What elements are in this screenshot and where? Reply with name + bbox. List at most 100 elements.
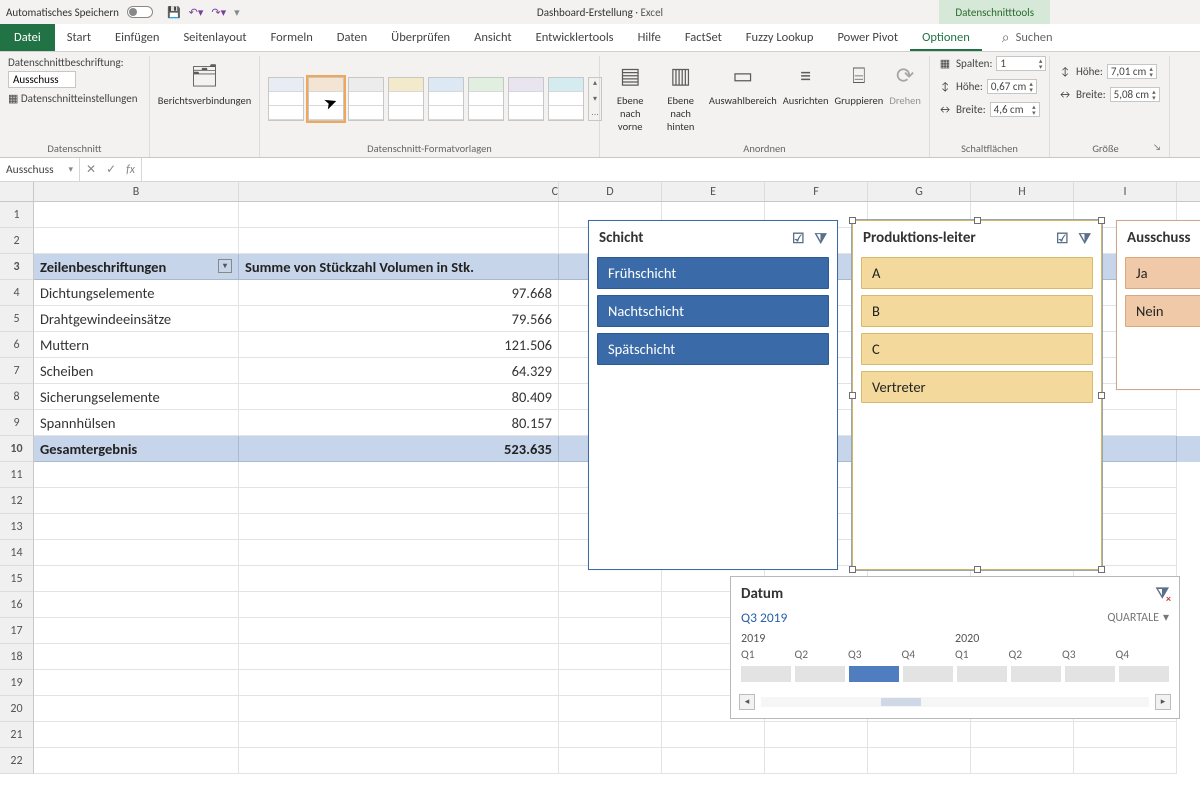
scroll-thumb[interactable] <box>881 698 921 706</box>
row-header[interactable]: 5 <box>0 306 34 332</box>
slicer-produktionsleiter[interactable]: Produktions-leiter ☑⧩ A B C Vertreter <box>852 220 1102 570</box>
col-header[interactable]: F <box>765 182 868 201</box>
tab-power-pivot[interactable]: Power Pivot <box>825 24 910 51</box>
pivot-cell[interactable]: Sicherungselemente <box>34 384 239 410</box>
tab-formeln[interactable]: Formeln <box>259 24 325 51</box>
slicer-item[interactable]: Spätschicht <box>597 333 829 365</box>
undo-icon[interactable]: ↶▾ <box>189 6 204 19</box>
send-backward-button[interactable]: ▥Ebene nach hinten <box>658 56 702 133</box>
row-header[interactable]: 17 <box>0 618 34 644</box>
slicer-styles-gallery[interactable]: ▴ ▾ ⋯ <box>268 77 602 121</box>
row-header[interactable]: 1 <box>0 202 34 228</box>
select-all-corner[interactable] <box>0 182 34 201</box>
row-header[interactable]: 12 <box>0 488 34 514</box>
pivot-cell[interactable]: 79.566 <box>239 306 559 332</box>
row-header[interactable]: 2 <box>0 228 34 254</box>
timeline-granularity[interactable]: QUARTALE ▾ <box>1107 609 1169 626</box>
size-height-spinner[interactable]: 7,01 cm▴▾ <box>1107 64 1157 79</box>
slicer-item[interactable]: C <box>861 333 1093 365</box>
scroll-right-icon[interactable]: ▸ <box>1155 694 1171 710</box>
style-thumb[interactable] <box>348 77 384 121</box>
col-header[interactable]: E <box>662 182 765 201</box>
row-header[interactable]: 22 <box>0 748 34 774</box>
row-header[interactable]: 21 <box>0 722 34 748</box>
fx-icon[interactable]: fx <box>126 163 135 177</box>
clear-filter-icon[interactable]: ⧩ <box>1156 585 1169 603</box>
row-header[interactable]: 9 <box>0 410 34 436</box>
slicer-item[interactable]: Frühschicht <box>597 257 829 289</box>
tab-daten[interactable]: Daten <box>325 24 379 51</box>
row-header[interactable]: 15 <box>0 566 34 592</box>
timeline-bars[interactable] <box>731 666 1179 690</box>
pivot-cell[interactable]: 80.157 <box>239 410 559 436</box>
scroll-track[interactable] <box>761 697 1149 707</box>
row-header[interactable]: 14 <box>0 540 34 566</box>
pivot-cell[interactable]: 121.506 <box>239 332 559 358</box>
scroll-left-icon[interactable]: ◂ <box>739 694 755 710</box>
clear-filter-icon[interactable]: ⧩ <box>1079 230 1092 247</box>
pivot-cell[interactable]: Dichtungselemente <box>34 280 239 306</box>
tab-seitenlayout[interactable]: Seitenlayout <box>171 24 258 51</box>
slicer-item[interactable]: Ja <box>1125 257 1200 289</box>
slicer-item[interactable]: A <box>861 257 1093 289</box>
pivot-row-header[interactable]: Zeilenbeschriftungen▾ <box>34 254 239 280</box>
clear-filter-icon[interactable]: ⧩ <box>815 230 828 247</box>
pivot-cell[interactable]: Scheiben <box>34 358 239 384</box>
row-header[interactable]: 19 <box>0 670 34 696</box>
tab-einfuegen[interactable]: Einfügen <box>103 24 171 51</box>
dialog-launcher-icon[interactable]: ↘ <box>1153 142 1161 153</box>
align-button[interactable]: ≡Ausrichten <box>783 56 829 107</box>
multiselect-icon[interactable]: ☑ <box>1056 230 1069 247</box>
slicer-item[interactable]: Nein <box>1125 295 1200 327</box>
tab-file[interactable]: Datei <box>0 24 55 51</box>
pivot-cell[interactable]: 97.668 <box>239 280 559 306</box>
style-thumb[interactable] <box>428 77 464 121</box>
col-header[interactable]: C <box>239 182 559 201</box>
col-header[interactable]: H <box>971 182 1074 201</box>
row-header[interactable]: 13 <box>0 514 34 540</box>
selection-pane-button[interactable]: ▭Auswahlbereich <box>709 56 777 107</box>
style-thumb[interactable] <box>468 77 504 121</box>
size-width-spinner[interactable]: 5,08 cm▴▾ <box>1110 87 1160 102</box>
tab-ansicht[interactable]: Ansicht <box>462 24 523 51</box>
pivot-total-label[interactable]: Gesamtergebnis <box>34 436 239 462</box>
row-header[interactable]: 20 <box>0 696 34 722</box>
slicer-item[interactable]: B <box>861 295 1093 327</box>
tab-optionen[interactable]: Optionen <box>910 24 982 51</box>
slicer-ausschuss[interactable]: Ausschuss Ja Nein <box>1116 220 1200 390</box>
btn-width-spinner[interactable]: 4,6 cm▴▾ <box>990 102 1040 117</box>
row-header[interactable]: 7 <box>0 358 34 384</box>
tab-factset[interactable]: FactSet <box>673 24 734 51</box>
slicer-caption-input[interactable] <box>8 71 76 88</box>
row-header[interactable]: 8 <box>0 384 34 410</box>
report-connections-button[interactable]: 🗂 Berichtsverbindungen <box>170 56 240 107</box>
slicer-item[interactable]: Vertreter <box>861 371 1093 403</box>
style-thumb[interactable] <box>508 77 544 121</box>
timeline-datum[interactable]: Datum ⧩ Q3 2019 QUARTALE ▾ 2019 2020 Q1 … <box>730 576 1180 719</box>
style-thumb[interactable] <box>548 77 584 121</box>
pivot-cell[interactable]: Muttern <box>34 332 239 358</box>
style-thumb[interactable] <box>308 77 344 121</box>
style-thumb[interactable] <box>388 77 424 121</box>
slicer-item[interactable]: Nachtschicht <box>597 295 829 327</box>
bring-forward-button[interactable]: ▤Ebene nach vorne <box>608 56 652 133</box>
row-header[interactable]: 11 <box>0 462 34 488</box>
style-thumb[interactable] <box>268 77 304 121</box>
redo-icon[interactable]: ↷▾ <box>211 6 226 19</box>
columns-spinner[interactable]: 1▴▾ <box>996 56 1046 71</box>
tab-entwicklertools[interactable]: Entwicklertools <box>524 24 626 51</box>
row-header[interactable]: 3 <box>0 254 34 280</box>
group-button[interactable]: ⌸Gruppieren <box>835 56 884 107</box>
timeline-bar-active[interactable] <box>849 666 899 682</box>
pivot-total-value[interactable]: 523.635 <box>239 436 559 462</box>
row-header[interactable]: 18 <box>0 644 34 670</box>
tab-ueberpruefen[interactable]: Überprüfen <box>379 24 462 51</box>
tab-fuzzy-lookup[interactable]: Fuzzy Lookup <box>734 24 826 51</box>
tab-hilfe[interactable]: Hilfe <box>626 24 673 51</box>
qat-more-icon[interactable]: ▾ <box>234 6 240 19</box>
row-header[interactable]: 6 <box>0 332 34 358</box>
btn-height-spinner[interactable]: 0,67 cm▴▾ <box>987 79 1037 94</box>
save-icon[interactable]: 💾 <box>167 6 181 19</box>
toggle-icon[interactable] <box>127 6 153 18</box>
col-header[interactable]: B <box>34 182 239 201</box>
